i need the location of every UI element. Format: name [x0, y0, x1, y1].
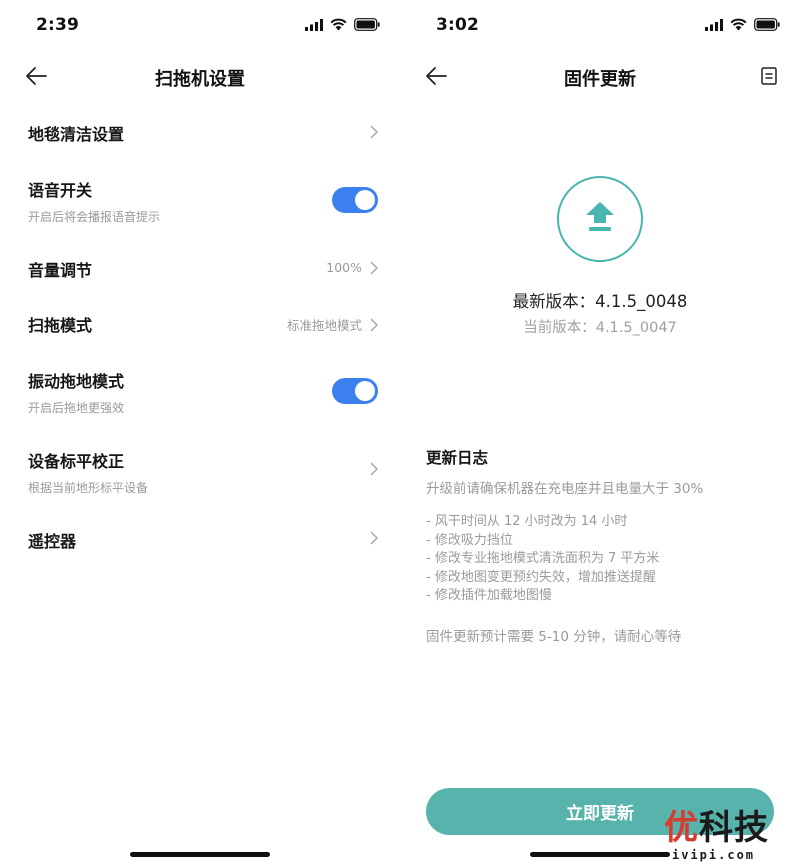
- signal-icon: [705, 18, 723, 31]
- setting-subtitle: 开启后拖地更强效: [28, 401, 125, 415]
- document-icon: [761, 67, 777, 85]
- setting-title: 遥控器: [28, 532, 77, 551]
- setting-voice-switch: 语音开关 开启后将会播报语音提示: [28, 177, 378, 224]
- upgrade-badge: [557, 176, 643, 262]
- setting-title: 设备标平校正: [28, 452, 125, 471]
- home-indicator: [130, 852, 270, 857]
- battery-icon: [354, 18, 380, 31]
- status-icons: [305, 18, 380, 31]
- setting-value: 100%: [326, 260, 362, 275]
- wifi-icon: [730, 18, 747, 31]
- setting-volume[interactable]: 音量调节 100%: [28, 257, 378, 280]
- changelog-button[interactable]: [760, 66, 778, 86]
- chevron-right-icon: [370, 531, 378, 545]
- robot-settings-screen: 2:39 扫拖机设置 地毯清洁设置 语音开关 开启后将会播报语音提示 音量调节 …: [0, 0, 400, 866]
- setting-value: 标准拖地模式: [286, 318, 362, 333]
- setting-vibration-mop: 振动拖地模式 开启后拖地更强效: [28, 368, 378, 415]
- status-time: 2:39: [36, 15, 80, 35]
- watermark-logo: 优科技 ivipi.com: [664, 800, 792, 862]
- upgrade-arrow-icon: [586, 202, 614, 231]
- changelog-footer: 固件更新预计需要 5-10 分钟，请耐心等待: [426, 629, 682, 645]
- watermark-text: 优科技: [664, 808, 769, 848]
- changelog-item: - 修改地图变更预约失效，增加推送提醒: [426, 569, 656, 585]
- firmware-update-screen: 3:02 固件更新 最新版本：4.1.5_0048 当前版本：4.1.5_004…: [400, 0, 800, 866]
- status-bar: 3:02: [400, 0, 800, 52]
- chevron-right-icon: [370, 317, 378, 332]
- toggle-knob: [355, 190, 375, 210]
- setting-carpet-cleaning[interactable]: 地毯清洁设置: [28, 121, 378, 144]
- setting-level-calibration[interactable]: 设备标平校正 根据当前地形标平设备: [28, 448, 378, 495]
- changelog-list: - 风干时间从 12 小时改为 14 小时 - 修改吸力挡位 - 修改专业拖地模…: [426, 513, 659, 606]
- chevron-right-icon: [370, 125, 378, 139]
- page-title: 固件更新: [564, 69, 636, 90]
- changelog-title: 更新日志: [426, 449, 489, 467]
- watermark-url: ivipi.com: [672, 848, 756, 862]
- changelog-item: - 修改专业拖地模式清洗面积为 7 平方米: [426, 551, 660, 566]
- toggle-knob: [355, 381, 375, 401]
- latest-version: 最新版本：4.1.5_0048: [512, 292, 688, 311]
- chevron-right-icon: [370, 462, 378, 476]
- status-bar: 2:39: [0, 0, 400, 52]
- nav-bar: 扫拖机设置: [0, 52, 400, 102]
- nav-bar: 固件更新: [400, 52, 800, 102]
- changelog-note: 升级前请确保机器在充电座并且电量大于 30%: [426, 481, 704, 497]
- setting-title: 振动拖地模式: [28, 372, 125, 391]
- status-icons: [705, 18, 780, 31]
- setting-title: 语音开关: [28, 181, 93, 200]
- page-title: 扫拖机设置: [155, 69, 245, 90]
- current-version: 当前版本：4.1.5_0047: [523, 320, 677, 336]
- setting-remote-control[interactable]: 遥控器: [28, 528, 378, 551]
- changelog-item: - 修改插件加载地图慢: [426, 588, 552, 603]
- setting-subtitle: 根据当前地形标平设备: [28, 481, 149, 495]
- voice-toggle[interactable]: [332, 187, 378, 213]
- battery-icon: [754, 18, 780, 31]
- wifi-icon: [330, 18, 347, 31]
- setting-sweep-mop-mode[interactable]: 扫拖模式 标准拖地模式: [28, 312, 378, 335]
- setting-subtitle: 开启后将会播报语音提示: [28, 210, 161, 224]
- status-time: 3:02: [436, 15, 480, 35]
- home-indicator: [530, 852, 670, 857]
- setting-title: 地毯清洁设置: [28, 125, 125, 144]
- chevron-right-icon: [370, 260, 378, 275]
- changelog-item: - 风干时间从 12 小时改为 14 小时: [426, 514, 628, 529]
- changelog-item: - 修改吸力挡位: [426, 532, 513, 548]
- vibration-toggle[interactable]: [332, 378, 378, 404]
- signal-icon: [305, 18, 323, 31]
